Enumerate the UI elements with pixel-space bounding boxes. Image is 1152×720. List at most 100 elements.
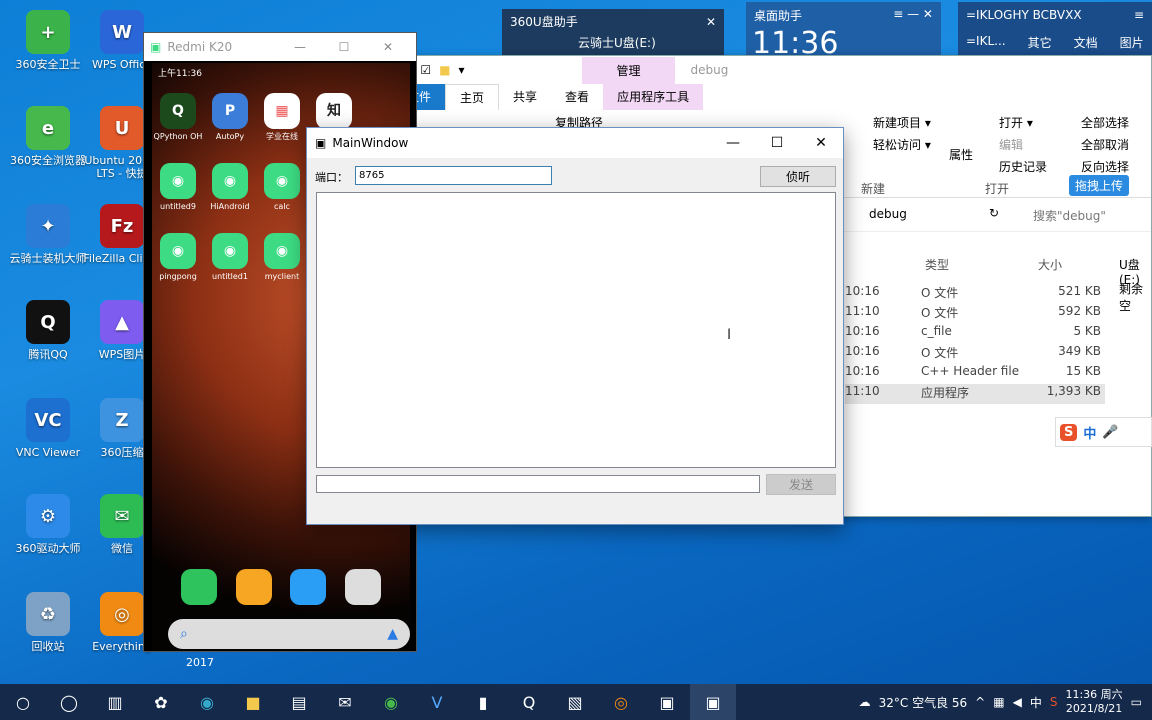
sogou-icon[interactable]: S — [1050, 695, 1058, 709]
clock[interactable]: 11:36 周六 2021/8/21 — [1065, 688, 1122, 716]
phone-call-icon[interactable] — [181, 569, 218, 605]
desktop-icon-qq[interactable]: Q 腾讯QQ — [8, 300, 88, 361]
cortana-icon[interactable]: ◯ — [46, 684, 92, 720]
main-window[interactable]: ▣ MainWindow — ☐ ✕ 端口： 侦听 I 发送 — [306, 127, 844, 525]
search-icon[interactable]: ○ — [0, 684, 46, 720]
table-row[interactable]: 10:16 c_file 5 KB — [845, 324, 1105, 344]
mail-icon[interactable]: ✉ — [322, 684, 368, 720]
edge-icon[interactable]: ◉ — [184, 684, 230, 720]
task-view-icon[interactable]: ▥ — [92, 684, 138, 720]
table-row[interactable]: 10:16 O 文件 521 KB — [845, 284, 1105, 304]
window-icon[interactable]: ▣ — [644, 684, 690, 720]
key-tab-0[interactable]: =IKL... — [966, 34, 1006, 51]
key-tab-3[interactable]: 图片 — [1120, 34, 1144, 51]
listen-button[interactable]: 侦听 — [760, 166, 836, 187]
send-input[interactable] — [316, 475, 760, 493]
weather-text[interactable]: 32°C 空气良 56 — [879, 694, 968, 711]
minimize-button[interactable]: — — [278, 40, 322, 54]
app-autopy[interactable]: P AutoPy — [204, 93, 256, 142]
col-type-header[interactable]: 类型 — [925, 256, 949, 273]
desktop-icon-vnc[interactable]: VC VNC Viewer — [8, 398, 88, 459]
qq-icon[interactable]: Q — [506, 684, 552, 720]
file-explorer-icon[interactable]: ■ — [230, 684, 276, 720]
close-button[interactable]: ✕ — [366, 40, 410, 54]
history-button[interactable]: 历史记录 — [999, 158, 1047, 175]
app-pingpong[interactable]: ◉ pingpong — [152, 233, 204, 282]
close-button[interactable]: ✕ — [799, 135, 843, 151]
invert-selection-button[interactable]: 反向选择 — [1081, 158, 1129, 175]
properties-button[interactable]: 属性 — [949, 146, 973, 163]
table-row[interactable]: 10:16 O 文件 349 KB — [845, 344, 1105, 364]
mic-icon[interactable]: 🎤 — [1102, 425, 1118, 440]
dropdown-icon[interactable]: ▾ — [458, 63, 464, 77]
select-none-button[interactable]: 全部取消 — [1081, 136, 1129, 153]
notification-icon[interactable]: ▭ — [1131, 695, 1142, 709]
menu-icon[interactable]: ≡ — [1134, 8, 1144, 22]
tab-app-tools[interactable]: 应用程序工具 — [603, 84, 704, 110]
app-qpython[interactable]: Q QPython OH — [152, 93, 204, 142]
everything-icon[interactable]: ◎ — [598, 684, 644, 720]
app-untitled9[interactable]: ◉ untitled9 — [152, 163, 204, 212]
tray-expand-icon[interactable]: ^ — [975, 695, 985, 709]
minimize-button[interactable]: — — [711, 135, 755, 151]
key-tab-2[interactable]: 文档 — [1074, 34, 1098, 51]
chat-icon[interactable] — [290, 569, 327, 605]
key-tab-1[interactable]: 其它 — [1028, 34, 1052, 51]
360-browser-icon[interactable]: ◉ — [368, 684, 414, 720]
table-row[interactable]: 10:16 C++ Header file 15 KB — [845, 364, 1105, 384]
tab-view[interactable]: 查看 — [551, 84, 603, 110]
receive-textarea[interactable]: I — [316, 192, 836, 468]
send-button[interactable]: 发送 — [766, 474, 836, 495]
breadcrumb[interactable]: debug — [869, 207, 907, 221]
port-input[interactable] — [355, 166, 552, 185]
camera-icon[interactable] — [344, 569, 381, 605]
android-icon: ◉ — [160, 163, 196, 199]
phone-search-bar[interactable]: ⌕ ▲ — [168, 619, 410, 649]
active-window-icon[interactable]: ▣ — [690, 684, 736, 720]
network-icon[interactable]: ▦ — [993, 695, 1004, 709]
edit-button[interactable]: 编辑 — [999, 136, 1023, 153]
tab-share[interactable]: 共享 — [499, 84, 551, 110]
upload-button[interactable]: 拖拽上传 — [1069, 175, 1130, 196]
desktop-icon-360-browser[interactable]: e 360安全浏览器 — [8, 106, 88, 167]
store-icon[interactable]: ▤ — [276, 684, 322, 720]
desktop-icon-360-safe[interactable]: + 360安全卫士 — [8, 10, 88, 71]
select-all-button[interactable]: 全部选择 — [1081, 114, 1129, 131]
table-row[interactable]: 11:10 O 文件 592 KB — [845, 304, 1105, 324]
messages-icon[interactable] — [235, 569, 272, 605]
menu-icon[interactable]: ≡ — ✕ — [893, 7, 933, 24]
desk-helper-widget[interactable]: 桌面助手 ≡ — ✕ 11:36 — [746, 2, 941, 59]
ime-mode[interactable]: 中 — [1083, 423, 1096, 442]
assistant-icon[interactable]: ▲ — [387, 626, 398, 642]
desktop-icon-360driver[interactable]: ⚙ 360驱动大师 — [8, 494, 88, 555]
open-button[interactable]: 打开 ▾ — [999, 114, 1033, 131]
desktop-icon-recycle-bin[interactable]: ♻ 回收站 — [8, 592, 88, 653]
vnc-icon[interactable]: V — [414, 684, 460, 720]
key-window[interactable]: =IKLOGHY BCBVXX ≡ =IKL... 其它 文档 图片 — [958, 2, 1152, 58]
new-item-button[interactable]: 新建项目 ▾ — [873, 114, 931, 131]
u360-widget[interactable]: 360U盘助手 ✕ 云骑士U盘(E:) — [502, 9, 724, 55]
app-calc[interactable]: ◉ calc — [256, 163, 308, 212]
desktop-icon-yunqishi[interactable]: ✦ 云骑士装机大师 — [8, 204, 88, 265]
easy-access-button[interactable]: 轻松访问 ▾ — [873, 136, 931, 153]
terminal-icon[interactable]: ▮ — [460, 684, 506, 720]
search-input[interactable]: 搜索"debug" — [1033, 207, 1106, 224]
table-row-selected[interactable]: 11:10 应用程序 1,393 KB — [845, 384, 1105, 404]
app-xueye[interactable]: ▦ 学业在线 — [256, 93, 308, 142]
manage-tab-header[interactable]: 管理 — [582, 56, 675, 84]
app-untitled1[interactable]: ◉ untitled1 — [204, 233, 256, 282]
maximize-button[interactable]: ☐ — [322, 40, 366, 54]
app-hiandroid[interactable]: ◉ HiAndroid — [204, 163, 256, 212]
ime-toolbar[interactable]: S 中 🎤 — [1055, 417, 1152, 447]
maximize-button[interactable]: ☐ — [755, 135, 799, 151]
remote-icon[interactable]: ▧ — [552, 684, 598, 720]
col-size-header[interactable]: 大小 — [1038, 256, 1062, 273]
app-icon[interactable]: ✿ — [138, 684, 184, 720]
ime-indicator[interactable]: 中 — [1030, 694, 1042, 711]
volume-icon[interactable]: ◀ — [1013, 695, 1022, 709]
close-icon[interactable]: ✕ — [706, 15, 716, 29]
tab-home[interactable]: 主页 — [445, 83, 500, 111]
app-myclient[interactable]: ◉ myclient — [256, 233, 308, 282]
refresh-icon[interactable]: ↻ — [989, 206, 999, 220]
key-window-title: =IKLOGHY BCBVXX — [966, 8, 1082, 22]
